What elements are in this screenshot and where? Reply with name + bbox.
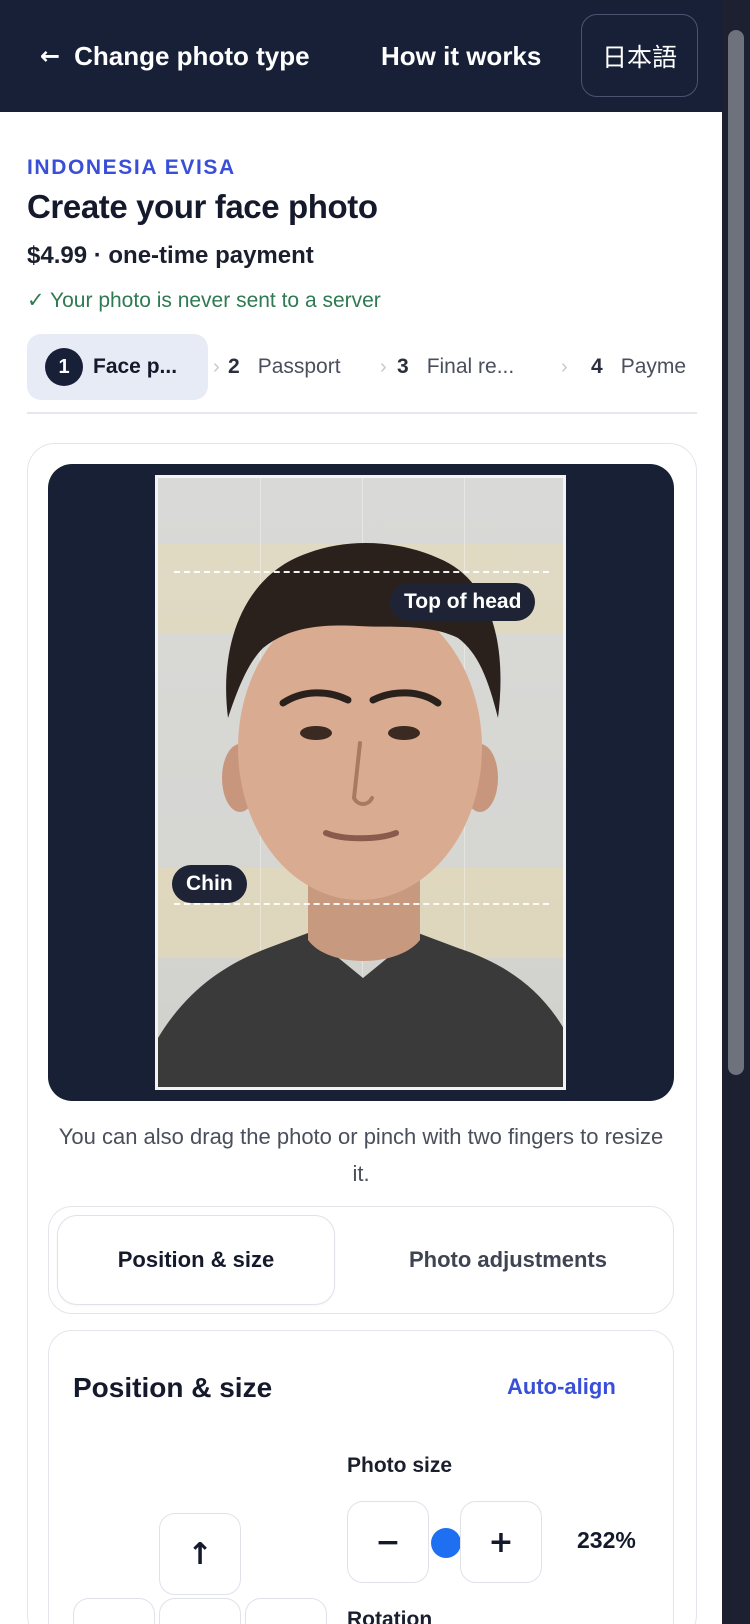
scrollbar-thumb[interactable] — [728, 30, 744, 1075]
move-down-button[interactable] — [159, 1598, 241, 1624]
drag-hint-text: You can also drag the photo or pinch wit… — [58, 1124, 664, 1186]
chin-guide-line — [174, 903, 549, 905]
plus-icon: + — [488, 1524, 514, 1560]
divider — [27, 412, 697, 414]
chin-tag: Chin — [172, 865, 247, 903]
price-text: $4.99 · one-time payment — [27, 242, 314, 269]
tab-position-size[interactable]: Position & size — [57, 1215, 335, 1305]
move-right-button[interactable] — [245, 1598, 327, 1624]
step-label: Passport — [257, 355, 341, 378]
step-payment[interactable]: 4 Payme — [591, 334, 686, 400]
arrow-left-icon: ← — [40, 42, 61, 70]
change-photo-type-link[interactable]: ← Change photo type — [40, 36, 310, 76]
privacy-note: ✓ Your photo is never sent to a server — [27, 289, 381, 312]
size-decrease-button[interactable]: − — [347, 1501, 429, 1583]
top-of-head-tag: Top of head — [390, 583, 536, 621]
tab-photo-adjustments[interactable]: Photo adjustments — [349, 1215, 667, 1305]
step-label: Final re... — [426, 355, 515, 378]
person-portrait — [158, 542, 563, 1087]
size-slider-thumb[interactable] — [431, 1528, 461, 1558]
top-of-head-guide-line — [174, 571, 549, 573]
step-face-photo[interactable]: 1 Face p... — [27, 334, 208, 400]
chevron-right-icon: › — [561, 355, 568, 378]
step-number: 2 — [228, 355, 240, 378]
chevron-right-icon: › — [213, 355, 220, 378]
step-passport[interactable]: 2 Passport — [228, 334, 341, 400]
step-number: 4 — [591, 355, 603, 378]
chevron-right-icon: › — [380, 355, 387, 378]
portrait-right-eye — [388, 726, 420, 740]
change-photo-type-label: Change photo type — [74, 40, 310, 71]
language-button[interactable]: 日本語 — [581, 14, 698, 97]
visa-type-label: INDONESIA EVISA — [27, 156, 236, 179]
step-final-review[interactable]: 3 Final re... — [397, 334, 514, 400]
step-number: 1 — [45, 348, 83, 386]
size-increase-button[interactable]: + — [460, 1501, 542, 1583]
move-up-button[interactable]: ↑ — [159, 1513, 241, 1595]
how-it-works-link[interactable]: How it works — [381, 36, 541, 76]
editor-tabs: Position & size Photo adjustments — [48, 1206, 674, 1314]
step-label: Payme — [620, 355, 687, 378]
face-photo-crop[interactable]: Top of head Chin — [155, 475, 566, 1090]
photo-size-label: Photo size — [347, 1454, 453, 1477]
step-label: Face p... — [93, 355, 178, 378]
zoom-percent: 232% — [577, 1527, 636, 1553]
panel-title: Position & size — [73, 1372, 273, 1403]
minus-icon: − — [375, 1524, 401, 1560]
move-left-button[interactable] — [73, 1598, 155, 1624]
portrait-left-eye — [300, 726, 332, 740]
auto-align-button[interactable]: Auto-align — [507, 1374, 616, 1400]
arrow-up-icon: ↑ — [187, 1536, 213, 1572]
step-number: 3 — [397, 355, 409, 378]
progress-steps: 1 Face p... › 2 Passport › 3 Final re...… — [27, 334, 697, 400]
rotation-label: Rotation — [347, 1608, 433, 1624]
page-title: Create your face photo — [27, 188, 378, 225]
